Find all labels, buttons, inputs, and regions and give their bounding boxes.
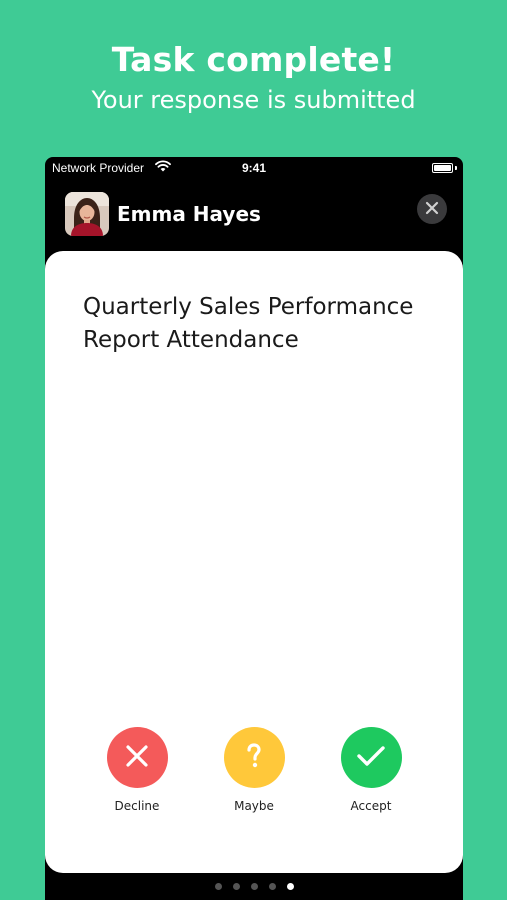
conversation-header: Emma Hayes — [45, 191, 463, 237]
task-title: Quarterly Sales Performance Report Atten… — [83, 294, 414, 353]
status-bar: Network Provider 9:41 — [45, 157, 463, 179]
maybe-circle[interactable] — [223, 727, 285, 788]
page-dot[interactable] — [214, 883, 222, 890]
response-actions: Decline Maybe Accept — [45, 727, 463, 827]
battery-tip — [455, 166, 457, 170]
page-dot[interactable] — [286, 883, 294, 890]
accept-button[interactable]: Accept — [311, 727, 431, 813]
check-icon — [356, 744, 386, 772]
phone-frame: Network Provider 9:41 Emma Hayes Quarter… — [45, 157, 463, 900]
task-card: Quarterly Sales Performance Report Atten… — [45, 251, 463, 873]
maybe-label: Maybe — [234, 799, 274, 813]
decline-label: Decline — [114, 799, 160, 813]
battery-icon — [432, 163, 453, 173]
close-icon — [425, 200, 439, 219]
page-dot[interactable] — [250, 883, 258, 890]
accept-label: Accept — [350, 799, 392, 813]
decline-circle[interactable] — [106, 727, 168, 788]
user-name: Emma Hayes — [117, 202, 261, 226]
page-indicator — [45, 883, 463, 893]
decline-button[interactable]: Decline — [77, 727, 197, 813]
promo-subline: Your response is submitted — [91, 86, 416, 114]
page-dot[interactable] — [268, 883, 276, 890]
close-button[interactable] — [417, 194, 447, 224]
question-icon — [242, 742, 266, 774]
accept-circle[interactable] — [340, 727, 402, 788]
avatar[interactable] — [65, 192, 109, 236]
maybe-button[interactable]: Maybe — [194, 727, 314, 813]
promo-headline: Task complete! — [111, 40, 396, 79]
status-time: 9:41 — [241, 161, 267, 175]
x-icon — [124, 743, 150, 773]
page-dot[interactable] — [232, 883, 240, 890]
